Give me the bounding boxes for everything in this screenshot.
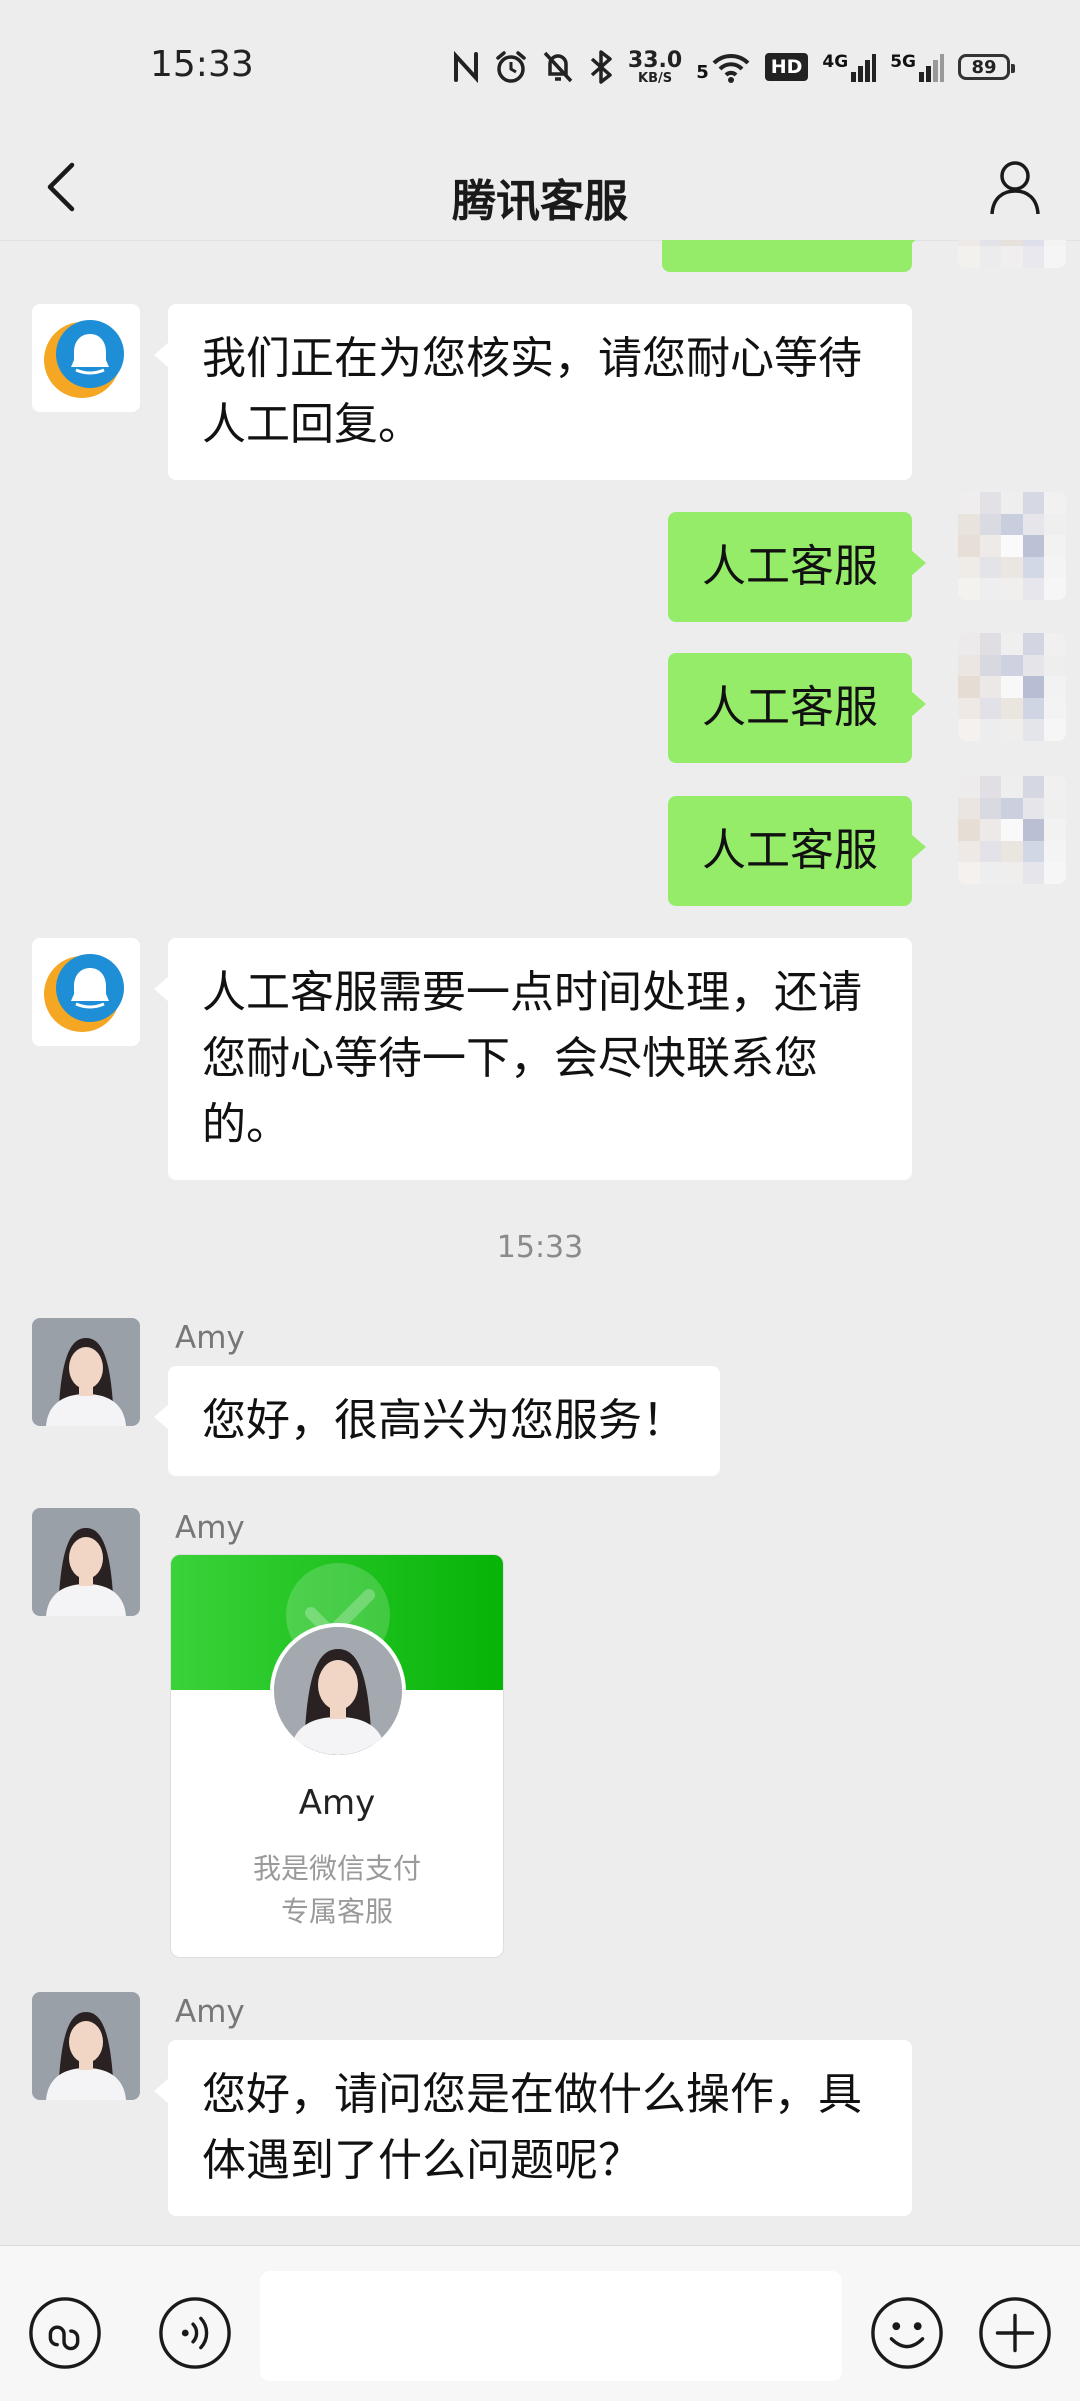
my-avatar[interactable] — [958, 776, 1066, 884]
my-message-bubble[interactable]: 人工客服 — [668, 512, 926, 622]
my-message-bubble[interactable]: 人工客服 — [668, 796, 926, 906]
blurred-avatar — [958, 240, 1066, 268]
cell-signal-1: 4G — [822, 52, 877, 82]
blurred-avatar — [958, 633, 1066, 741]
network-speed: 33.0 KB/S — [627, 47, 683, 86]
tencent-service-logo-icon — [44, 320, 124, 398]
message-bubble[interactable]: 人工客服需要一点时间处理，还请您耐心等待一下，会尽快联系您的。 — [154, 938, 912, 1180]
agent-business-card[interactable]: Amy 我是微信支付 专属客服 — [170, 1554, 504, 1958]
service-avatar[interactable] — [32, 304, 140, 412]
voice-button[interactable] — [158, 2296, 232, 2370]
plus-icon — [979, 2297, 1051, 2369]
my-avatar[interactable] — [958, 492, 1066, 600]
battery-indicator: 89 — [958, 54, 1015, 80]
voice-icon — [159, 2297, 231, 2369]
agent-photo — [32, 1992, 140, 2100]
chat-info-button[interactable] — [980, 153, 1050, 223]
my-avatar[interactable] — [958, 240, 1066, 268]
my-avatar[interactable] — [958, 633, 1066, 741]
sender-name: Amy — [175, 1994, 245, 2030]
tencent-service-logo-icon — [44, 954, 124, 1032]
status-time: 15:33 — [150, 44, 254, 85]
cell-signal-2: 5G — [890, 52, 944, 82]
sender-name: Amy — [175, 1510, 245, 1546]
card-description-line: 我是微信支付 — [252, 1852, 421, 1885]
message-text: 人工客服需要一点时间处理，还请您耐心等待一下，会尽快联系您的。 — [202, 967, 862, 1150]
message-bubble-partial[interactable] — [662, 240, 926, 272]
agent-photo — [32, 1508, 140, 1616]
wifi-icon — [712, 53, 750, 83]
nfc-icon — [453, 50, 478, 84]
mute-bell-icon — [543, 51, 573, 83]
input-bar — [0, 2245, 1080, 2401]
more-button[interactable] — [978, 2296, 1052, 2370]
chat-title: 腾讯客服 — [452, 176, 628, 227]
agent-avatar[interactable] — [32, 1508, 140, 1616]
person-icon — [990, 161, 1040, 215]
my-message-bubble[interactable]: 人工客服 — [668, 653, 926, 763]
card-description: 我是微信支付 专属客服 — [171, 1847, 503, 1933]
message-text: 人工客服 — [702, 541, 878, 592]
bluetooth-icon — [590, 50, 612, 84]
message-text: 人工客服 — [702, 682, 878, 733]
message-timestamp: 15:33 — [496, 1230, 584, 1265]
cell-signal-1-label: 4G — [822, 52, 849, 72]
hd-icon: HD — [764, 53, 809, 81]
agent-avatar[interactable] — [32, 1992, 140, 2100]
alarm-icon — [496, 51, 526, 83]
card-name: Amy — [298, 1783, 376, 1823]
message-bubble[interactable]: 您好，很高兴为您服务！ — [154, 1366, 720, 1476]
message-text: 您好，请问您是在做什么操作，具体遇到了什么问题呢？ — [202, 2069, 862, 2186]
blurred-avatar — [958, 492, 1066, 600]
message-bubble[interactable]: 您好，请问您是在做什么操作，具体遇到了什么问题呢？ — [154, 2040, 912, 2216]
link-icon — [29, 2297, 101, 2369]
smile-icon — [871, 2297, 943, 2369]
signal-bars-icon — [919, 54, 944, 82]
wifi-indicator: 5 — [696, 51, 751, 83]
message-bubble[interactable]: 我们正在为您核实，请您耐心等待人工回复。 — [154, 304, 912, 480]
message-text: 我们正在为您核实，请您耐心等待人工回复。 — [202, 333, 862, 450]
card-photo — [270, 1623, 406, 1759]
sender-name: Amy — [175, 1320, 245, 1356]
message-text: 您好，很高兴为您服务！ — [202, 1395, 686, 1446]
agent-avatar[interactable] — [32, 1318, 140, 1426]
agent-photo — [32, 1318, 140, 1426]
emoji-button[interactable] — [870, 2296, 944, 2370]
cell-signal-2-label: 5G — [890, 52, 916, 72]
agent-photo — [274, 1627, 402, 1755]
status-bar: 15:33 33.0 KB/S 5 HD 4G 5G 89 — [0, 0, 1080, 135]
blurred-avatar — [958, 776, 1066, 884]
chat-area[interactable]: 我们正在为您核实，请您耐心等待人工回复。 人工客服 人工客服 人工客服 人工客服… — [0, 240, 1080, 2245]
network-speed-value: 33.0 — [627, 47, 683, 73]
nav-bar: 腾讯客服 — [0, 135, 1080, 241]
wifi-label: 5 — [696, 62, 709, 83]
card-description-line: 专属客服 — [280, 1895, 393, 1928]
service-avatar[interactable] — [32, 938, 140, 1046]
mini-program-button[interactable] — [28, 2296, 102, 2370]
signal-bars-icon — [851, 54, 877, 82]
network-speed-unit: KB/S — [638, 70, 673, 86]
message-input[interactable] — [260, 2271, 842, 2381]
message-text: 人工客服 — [702, 825, 878, 876]
status-icons: 33.0 KB/S 5 HD 4G 5G 89 — [452, 44, 1015, 90]
